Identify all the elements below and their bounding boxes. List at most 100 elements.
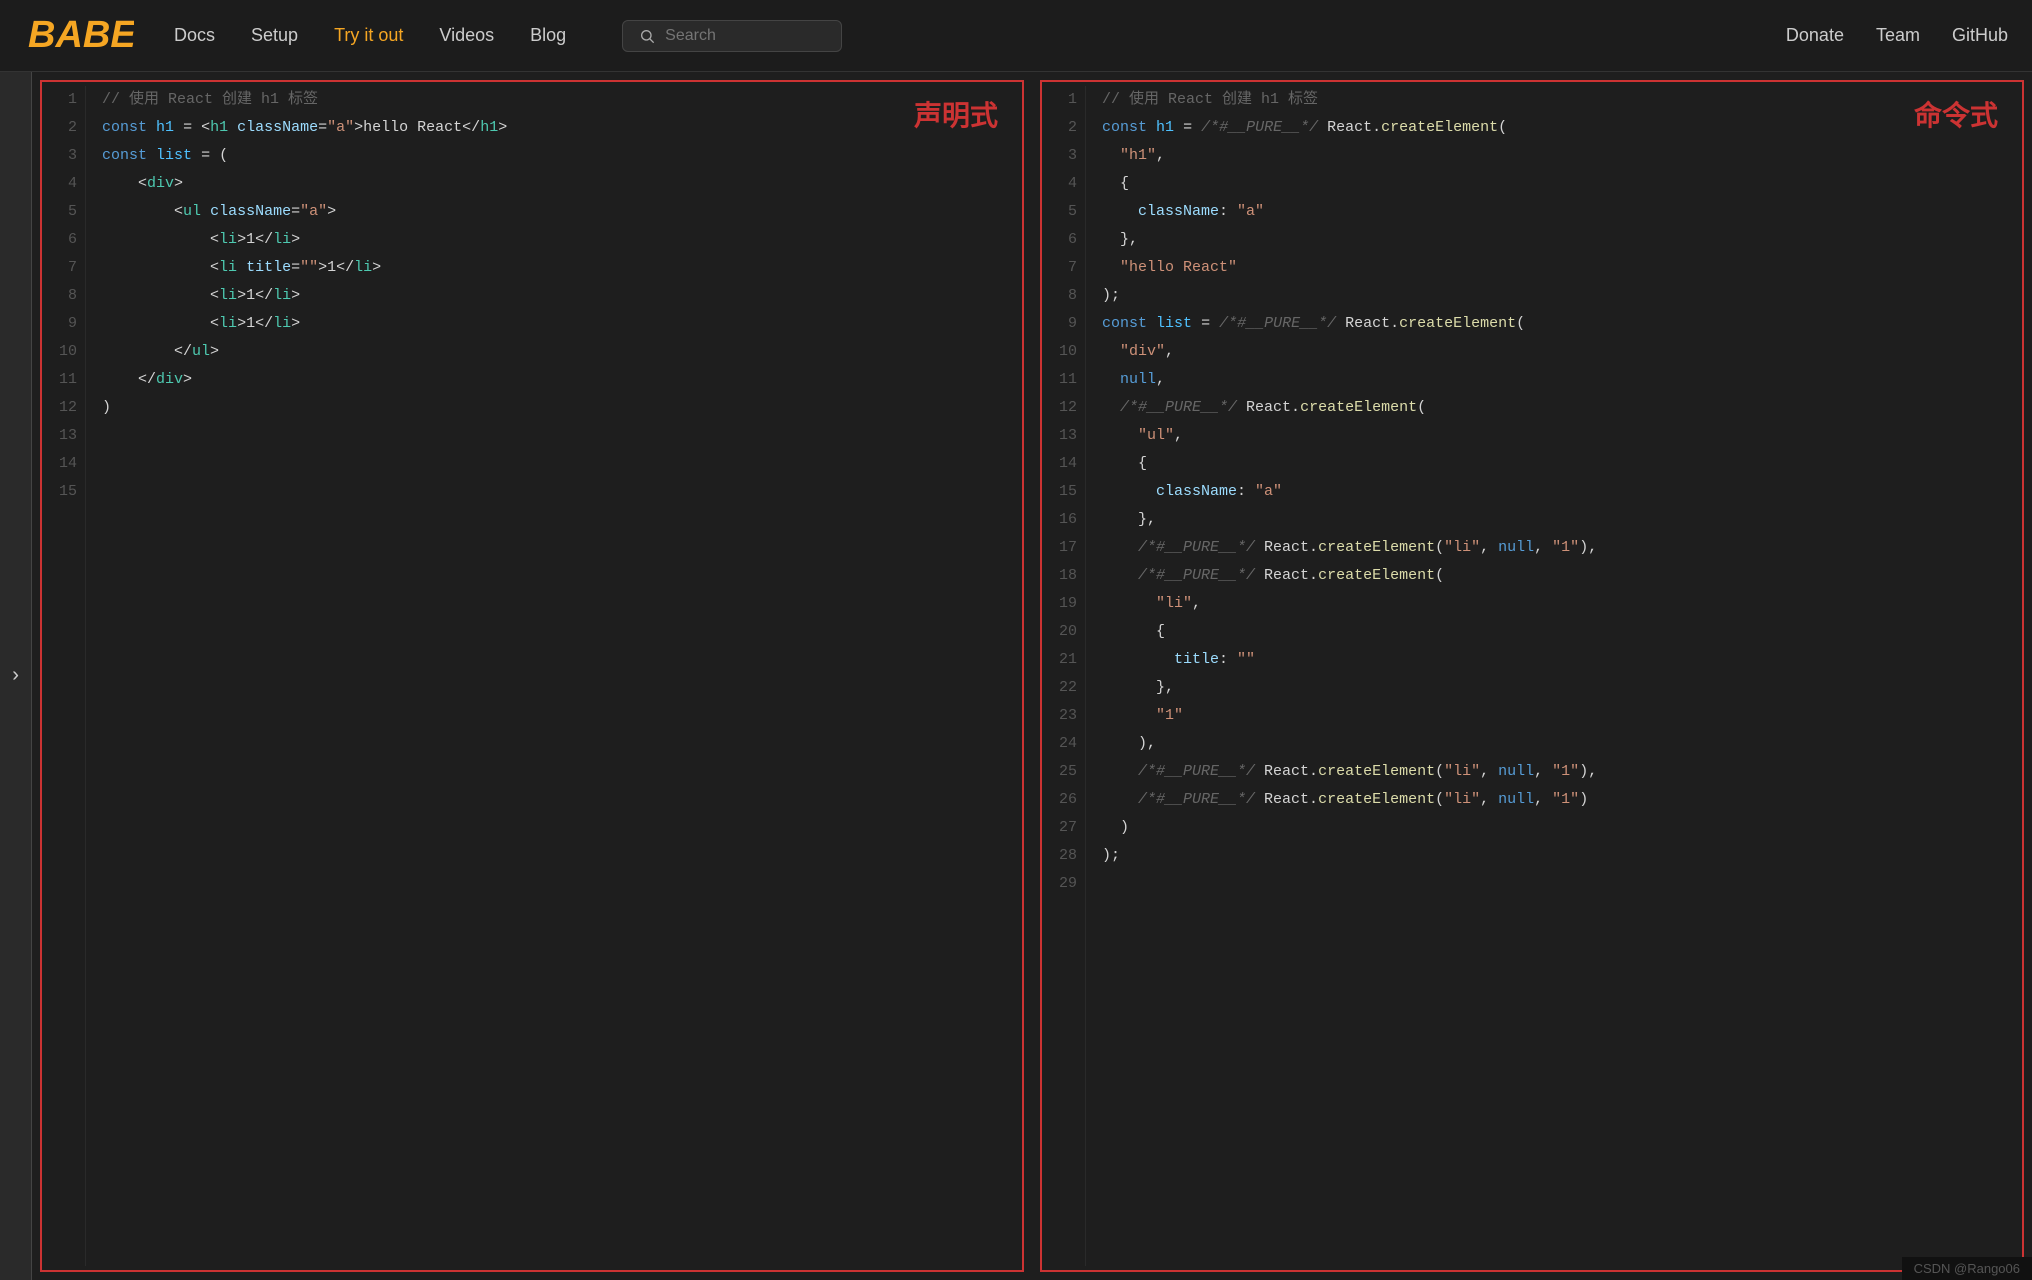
line-numbers-left: 123456789101112131415 bbox=[42, 86, 86, 1266]
code-line: "hello React" bbox=[1102, 254, 2006, 282]
line-number: 8 bbox=[50, 282, 77, 310]
nav-setup[interactable]: Setup bbox=[251, 25, 298, 46]
footer: CSDN @Rango06 bbox=[1902, 1257, 2032, 1280]
code-line: className: "a" bbox=[1102, 198, 2006, 226]
nav-docs[interactable]: Docs bbox=[174, 25, 215, 46]
code-line: const list = ( bbox=[102, 142, 1006, 170]
nav-team[interactable]: Team bbox=[1876, 25, 1920, 46]
sidebar-toggle[interactable]: › bbox=[0, 72, 32, 1280]
code-line: className: "a" bbox=[1102, 478, 2006, 506]
chevron-right-icon: › bbox=[9, 665, 21, 688]
code-line: <ul className="a"> bbox=[102, 198, 1006, 226]
code-line: /*#__PURE__*/ React.createElement("li", … bbox=[1102, 534, 2006, 562]
line-number: 15 bbox=[50, 478, 77, 506]
code-line: { bbox=[1102, 170, 2006, 198]
code-line: }, bbox=[1102, 506, 2006, 534]
code-line: const h1 = /*#__PURE__*/ React.createEle… bbox=[1102, 114, 2006, 142]
code-line: /*#__PURE__*/ React.createElement( bbox=[1102, 562, 2006, 590]
code-line: }, bbox=[1102, 674, 2006, 702]
code-line: <li>1</li> bbox=[102, 282, 1006, 310]
line-number: 18 bbox=[1050, 562, 1077, 590]
line-number: 10 bbox=[1050, 338, 1077, 366]
line-number: 11 bbox=[50, 366, 77, 394]
line-number: 5 bbox=[50, 198, 77, 226]
line-number: 5 bbox=[1050, 198, 1077, 226]
code-line: // 使用 React 创建 h1 标签 bbox=[1102, 86, 2006, 114]
line-number: 9 bbox=[1050, 310, 1077, 338]
line-number: 23 bbox=[1050, 702, 1077, 730]
nav-github[interactable]: GitHub bbox=[1952, 25, 2008, 46]
nav-videos[interactable]: Videos bbox=[439, 25, 494, 46]
line-number: 28 bbox=[1050, 842, 1077, 870]
navbar: BABEL Docs Setup Try it out Videos Blog … bbox=[0, 0, 2032, 72]
line-number: 11 bbox=[1050, 366, 1077, 394]
line-number: 12 bbox=[1050, 394, 1077, 422]
code-line: /*#__PURE__*/ React.createElement( bbox=[1102, 394, 2006, 422]
code-area-left: 123456789101112131415 // 使用 React 创建 h1 … bbox=[42, 82, 1022, 1270]
line-number: 7 bbox=[1050, 254, 1077, 282]
line-number: 6 bbox=[50, 226, 77, 254]
line-number: 20 bbox=[1050, 618, 1077, 646]
line-number: 1 bbox=[1050, 86, 1077, 114]
code-line: title: "" bbox=[1102, 646, 2006, 674]
panel-imperative: 命令式 123456789101112131415161718192021222… bbox=[1040, 80, 2024, 1272]
svg-text:BABEL: BABEL bbox=[28, 14, 134, 55]
line-number: 1 bbox=[50, 86, 77, 114]
code-line: "ul", bbox=[1102, 422, 2006, 450]
code-line: <li title="">1</li> bbox=[102, 254, 1006, 282]
search-icon bbox=[639, 27, 655, 45]
code-lines-right[interactable]: // 使用 React 创建 h1 标签const h1 = /*#__PURE… bbox=[1086, 86, 2022, 1266]
code-line: ); bbox=[1102, 282, 2006, 310]
nav-blog[interactable]: Blog bbox=[530, 25, 566, 46]
line-number: 29 bbox=[1050, 870, 1077, 898]
footer-text: CSDN @Rango06 bbox=[1914, 1261, 2020, 1276]
code-line: ); bbox=[1102, 842, 2006, 870]
line-number: 2 bbox=[50, 114, 77, 142]
nav-right: Donate Team GitHub bbox=[1786, 25, 2008, 46]
line-number: 14 bbox=[50, 450, 77, 478]
line-number: 26 bbox=[1050, 786, 1077, 814]
panel-declarative: 声明式 123456789101112131415 // 使用 React 创建… bbox=[40, 80, 1024, 1272]
code-line: const list = /*#__PURE__*/ React.createE… bbox=[1102, 310, 2006, 338]
code-lines-left[interactable]: // 使用 React 创建 h1 标签const h1 = <h1 class… bbox=[86, 86, 1022, 1266]
line-number: 3 bbox=[1050, 142, 1077, 170]
code-line: <li>1</li> bbox=[102, 226, 1006, 254]
line-number: 25 bbox=[1050, 758, 1077, 786]
code-area-right: 1234567891011121314151617181920212223242… bbox=[1042, 82, 2022, 1270]
line-number: 12 bbox=[50, 394, 77, 422]
search-input[interactable] bbox=[665, 27, 825, 45]
code-line: </div> bbox=[102, 366, 1006, 394]
code-line: }, bbox=[1102, 226, 2006, 254]
line-number: 27 bbox=[1050, 814, 1077, 842]
line-number: 24 bbox=[1050, 730, 1077, 758]
line-number: 22 bbox=[1050, 674, 1077, 702]
code-line: ) bbox=[102, 394, 1006, 422]
line-number: 8 bbox=[1050, 282, 1077, 310]
line-numbers-right: 1234567891011121314151617181920212223242… bbox=[1042, 86, 1086, 1266]
code-line: <li>1</li> bbox=[102, 310, 1006, 338]
search-box[interactable] bbox=[622, 20, 842, 52]
line-number: 19 bbox=[1050, 590, 1077, 618]
main-content: › 声明式 123456789101112131415 // 使用 React … bbox=[0, 72, 2032, 1280]
code-line: ), bbox=[1102, 730, 2006, 758]
code-line: "li", bbox=[1102, 590, 2006, 618]
line-number: 4 bbox=[50, 170, 77, 198]
code-line: { bbox=[1102, 618, 2006, 646]
line-number: 13 bbox=[50, 422, 77, 450]
line-number: 7 bbox=[50, 254, 77, 282]
line-number: 16 bbox=[1050, 506, 1077, 534]
line-number: 17 bbox=[1050, 534, 1077, 562]
nav-tryitout[interactable]: Try it out bbox=[334, 25, 403, 46]
code-line: </ul> bbox=[102, 338, 1006, 366]
line-number: 13 bbox=[1050, 422, 1077, 450]
nav-links: Docs Setup Try it out Videos Blog bbox=[174, 20, 1786, 52]
line-number: 3 bbox=[50, 142, 77, 170]
line-number: 10 bbox=[50, 338, 77, 366]
code-panels: 声明式 123456789101112131415 // 使用 React 创建… bbox=[32, 72, 2032, 1280]
line-number: 4 bbox=[1050, 170, 1077, 198]
line-number: 9 bbox=[50, 310, 77, 338]
code-line: const h1 = <h1 className="a">hello React… bbox=[102, 114, 1006, 142]
line-number: 14 bbox=[1050, 450, 1077, 478]
line-number: 6 bbox=[1050, 226, 1077, 254]
nav-donate[interactable]: Donate bbox=[1786, 25, 1844, 46]
